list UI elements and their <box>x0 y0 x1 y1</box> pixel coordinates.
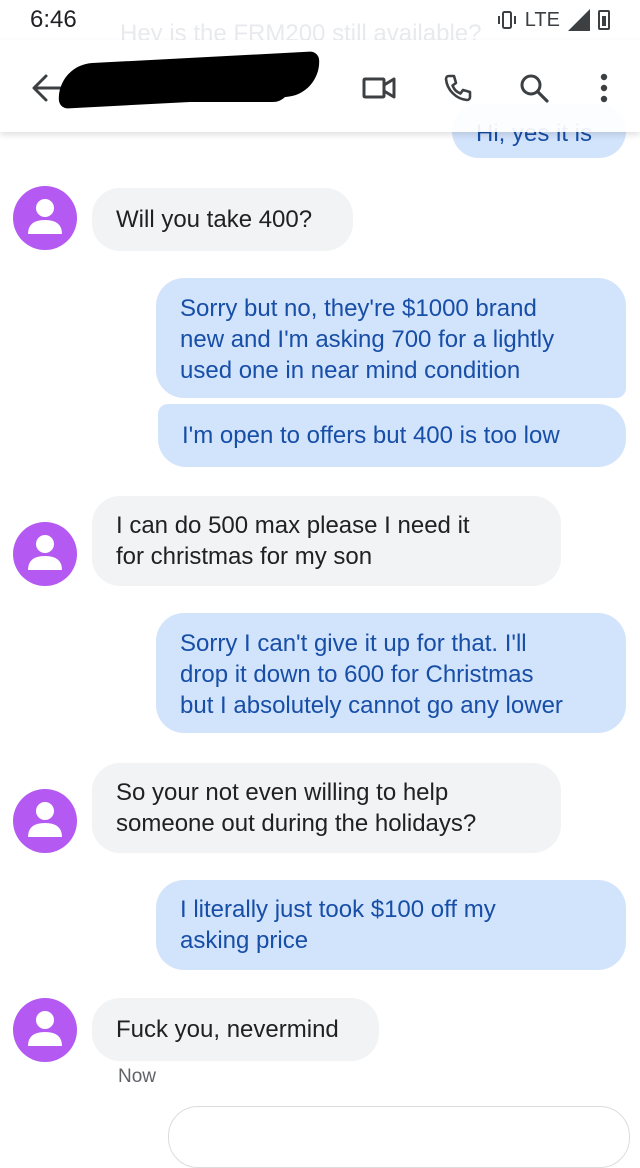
redaction-mark <box>140 68 290 102</box>
message-line: asking price <box>180 927 309 954</box>
message-timestamp: Now <box>118 1066 157 1087</box>
app-bar <box>0 40 640 132</box>
message-text: Will you take 400? <box>116 206 313 233</box>
message-line: but I absolutely cannot go any lower <box>180 692 563 719</box>
vibrate-icon <box>497 10 517 30</box>
message-line: used one in near mind condition <box>180 357 521 384</box>
person-icon <box>28 1011 62 1046</box>
video-call-button[interactable] <box>361 70 397 106</box>
message-text: I'm open to offers but 400 is too low <box>182 422 560 449</box>
status-time: 6:46 <box>30 6 77 33</box>
conversation: Hi, yes it is Will you take 400? Sorry b… <box>0 0 640 1168</box>
avatar[interactable] <box>13 998 77 1062</box>
more-options-button[interactable] <box>586 70 622 106</box>
message-outgoing[interactable]: Sorry I can't give it up for that. I'll … <box>156 613 626 733</box>
video-call-icon <box>362 77 396 99</box>
signal-icon <box>568 9 590 31</box>
message-incoming[interactable]: Will you take 400? <box>92 188 353 251</box>
status-icons: LTE <box>497 9 610 32</box>
message-incoming[interactable]: I can do 500 max please I need it for ch… <box>92 496 561 586</box>
message-text: Fuck you, nevermind <box>116 1016 339 1043</box>
person-icon <box>28 199 62 234</box>
message-outgoing[interactable]: I literally just took $100 off my asking… <box>156 880 626 970</box>
message-line: for christmas for my son <box>116 543 373 570</box>
more-vert-icon <box>600 73 608 103</box>
call-button[interactable] <box>440 70 476 106</box>
message-line: Sorry I can't give it up for that. I'll <box>180 630 527 657</box>
search-icon <box>520 74 549 103</box>
message-incoming[interactable]: Fuck you, nevermind <box>92 998 379 1061</box>
person-icon <box>28 802 62 837</box>
battery-icon <box>598 10 610 30</box>
avatar[interactable] <box>13 522 77 586</box>
person-icon <box>28 535 62 570</box>
message-line: new and I'm asking 700 for a lightly <box>180 326 555 353</box>
avatar[interactable] <box>13 789 77 853</box>
phone-icon <box>444 74 472 102</box>
message-line: I literally just took $100 off my <box>180 896 496 923</box>
compose-input[interactable] <box>168 1106 630 1168</box>
message-outgoing[interactable]: I'm open to offers but 400 is too low <box>158 404 626 467</box>
avatar[interactable] <box>13 186 77 250</box>
message-line: Sorry but no, they're $1000 brand <box>180 295 537 322</box>
message-line: So your not even willing to help <box>116 779 449 806</box>
message-incoming[interactable]: So your not even willing to help someone… <box>92 763 561 853</box>
search-button[interactable] <box>516 70 552 106</box>
status-bar: 6:46 LTE <box>0 0 640 40</box>
message-line: drop it down to 600 for Christmas <box>180 661 534 688</box>
message-line: I can do 500 max please I need it <box>116 512 470 539</box>
network-type: LTE <box>524 8 560 31</box>
message-outgoing[interactable]: Sorry but no, they're $1000 brand new an… <box>156 278 626 398</box>
message-line: someone out during the holidays? <box>116 810 477 837</box>
